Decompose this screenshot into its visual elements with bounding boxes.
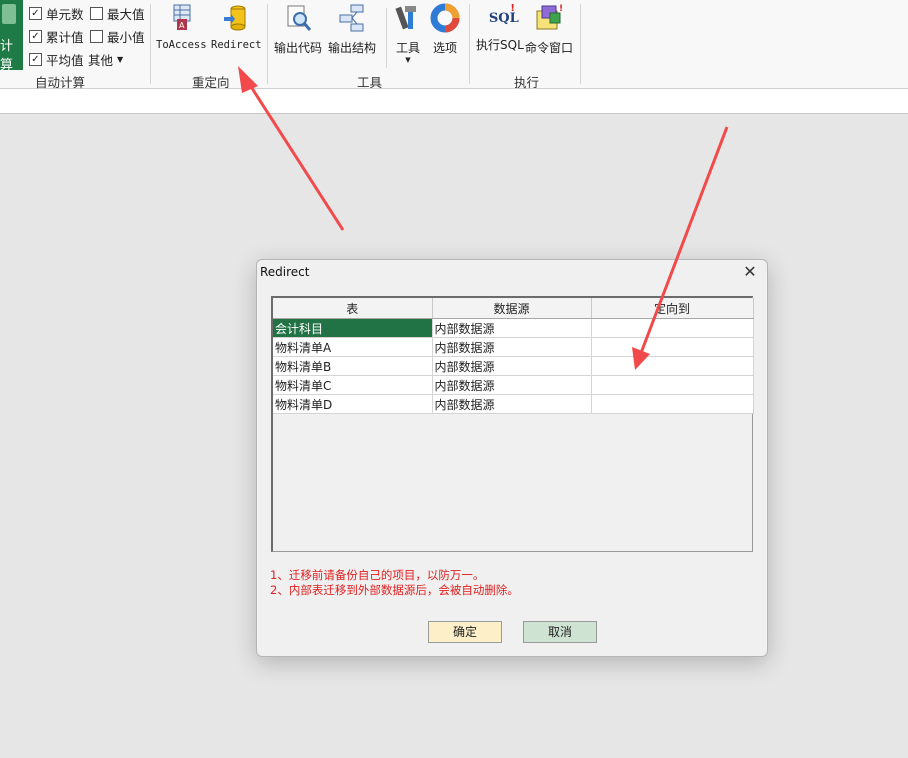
table-export-icon: A xyxy=(173,4,191,30)
redirect-button[interactable]: Redirect xyxy=(211,3,262,51)
column-header-redirect-to[interactable]: 定向到 xyxy=(591,298,754,319)
group-separator xyxy=(150,4,151,84)
table-cell[interactable]: 物料清单A xyxy=(273,337,433,357)
magnifier-document-icon xyxy=(287,5,312,31)
group-separator xyxy=(469,4,470,84)
ribbon: 计算 ✓ 单元数 最大值 ✓ 累计值 最小值 ✓ 平均值 其他 ▼ 自动计算 A… xyxy=(0,0,908,90)
redirect-target-cell[interactable] xyxy=(591,318,754,338)
checkbox-unchecked-icon xyxy=(90,7,103,20)
command-window-icon: ! xyxy=(536,4,563,30)
checkbox-checked-icon: ✓ xyxy=(29,53,42,66)
table-row[interactable]: 物料清单D 内部数据源 xyxy=(273,394,754,414)
redirect-dialog: Redirect ✕ 表 数据源 定向到 会计科目 内部数据源 物料清单A 内部… xyxy=(256,259,768,657)
table-cell[interactable]: 内部数据源 xyxy=(432,356,592,376)
group-separator xyxy=(386,8,387,68)
table-row[interactable]: 物料清单B 内部数据源 xyxy=(273,356,754,376)
table-row[interactable]: 会计科目 内部数据源 xyxy=(273,318,754,338)
exec-sql-button[interactable]: SQL ! 执行SQL xyxy=(476,3,524,53)
checkbox-unchecked-icon xyxy=(90,30,103,43)
dropdown-arrow-icon: ▼ xyxy=(405,56,411,64)
table-cell[interactable]: 内部数据源 xyxy=(432,375,592,395)
checkbox-max[interactable]: 最大值 xyxy=(90,4,145,23)
column-header-table[interactable]: 表 xyxy=(273,298,433,319)
checkbox-checked-icon: ✓ xyxy=(29,7,42,20)
dialog-title: Redirect xyxy=(260,265,310,279)
to-access-button[interactable]: A ToAccess xyxy=(156,3,207,51)
tools-label: 工具 xyxy=(395,41,420,55)
export-structure-label: 输出结构 xyxy=(328,41,377,55)
tools-dropdown-button[interactable]: 工具 ▼ xyxy=(393,3,423,64)
formula-bar-strip xyxy=(0,89,908,114)
export-code-button[interactable]: 输出代码 xyxy=(274,3,322,56)
checkbox-label: 平均值 xyxy=(46,53,84,68)
checkbox-label: 单元数 xyxy=(46,7,84,22)
table-row[interactable]: 物料清单C 内部数据源 xyxy=(273,375,754,395)
table-cell[interactable]: 内部数据源 xyxy=(432,337,592,357)
command-window-button[interactable]: ! 命令窗口 xyxy=(525,3,573,56)
checkbox-label: 累计值 xyxy=(46,30,84,45)
table-cell[interactable]: 会计科目 xyxy=(273,318,433,338)
wrench-hammer-icon xyxy=(395,6,416,30)
command-window-label: 命令窗口 xyxy=(525,41,574,55)
table-cell[interactable]: 物料清单B xyxy=(273,356,433,376)
redirect-target-cell[interactable] xyxy=(591,375,754,395)
other-dropdown-label: 其他 xyxy=(88,53,114,68)
note-line: 1、迁移前请备份自己的项目，以防万一。 xyxy=(270,568,485,582)
table-cell[interactable]: 物料清单D xyxy=(273,394,433,414)
group-separator xyxy=(580,4,581,84)
warning-notes: 1、迁移前请备份自己的项目，以防万一。 2、内部表迁移到外部数据源后，会被自动删… xyxy=(270,568,519,598)
table-header-row: 表 数据源 定向到 xyxy=(273,298,754,319)
options-donut-icon xyxy=(430,3,460,33)
table-row[interactable]: 物料清单A 内部数据源 xyxy=(273,337,754,357)
table-cell[interactable]: 物料清单C xyxy=(273,375,433,395)
note-line: 2、内部表迁移到外部数据源后，会被自动删除。 xyxy=(270,583,519,597)
svg-text:A: A xyxy=(179,21,185,30)
dropdown-arrow-icon: ▼ xyxy=(117,55,124,64)
auto-calc-button[interactable]: 计算 xyxy=(0,0,23,73)
other-dropdown[interactable]: 其他 ▼ xyxy=(88,50,123,69)
checkbox-label: 最小值 xyxy=(107,30,145,45)
redirect-target-cell[interactable] xyxy=(591,337,754,357)
cancel-button[interactable]: 取消 xyxy=(523,621,597,643)
redirect-table: 表 数据源 定向到 会计科目 内部数据源 物料清单A 内部数据源 物料清单B 内… xyxy=(271,296,754,552)
export-structure-button[interactable]: 输出结构 xyxy=(328,3,376,56)
exec-sql-label: 执行SQL xyxy=(476,38,524,52)
column-header-datasource[interactable]: 数据源 xyxy=(432,298,592,319)
checkbox-label: 最大值 xyxy=(107,7,145,22)
exclamation-icon: ! xyxy=(510,3,515,14)
database-redirect-icon xyxy=(224,5,246,31)
ok-button[interactable]: 确定 xyxy=(428,621,502,643)
structure-tree-icon xyxy=(339,4,364,32)
sql-icon: SQL ! xyxy=(485,3,519,33)
table-cell[interactable]: 内部数据源 xyxy=(432,318,592,338)
svg-text:!: ! xyxy=(559,4,563,14)
redirect-target-cell[interactable] xyxy=(591,394,754,414)
options-button[interactable]: 选项 xyxy=(430,3,460,56)
checkbox-min[interactable]: 最小值 xyxy=(90,27,145,46)
export-code-label: 输出代码 xyxy=(274,41,323,55)
checkbox-average[interactable]: ✓ 平均值 xyxy=(29,50,84,69)
options-label: 选项 xyxy=(432,41,457,55)
group-separator xyxy=(267,4,268,84)
checkbox-sum[interactable]: ✓ 累计值 xyxy=(29,27,84,46)
auto-calc-button-label: 计算 xyxy=(0,39,14,73)
calculator-icon xyxy=(2,4,16,24)
to-access-label: ToAccess xyxy=(156,39,207,51)
checkbox-checked-icon: ✓ xyxy=(29,30,42,43)
checkbox-cell-count[interactable]: ✓ 单元数 xyxy=(29,4,84,23)
close-icon[interactable]: ✕ xyxy=(739,261,761,283)
table-cell[interactable]: 内部数据源 xyxy=(432,394,592,414)
redirect-target-cell[interactable] xyxy=(591,356,754,376)
redirect-label: Redirect xyxy=(211,39,262,51)
